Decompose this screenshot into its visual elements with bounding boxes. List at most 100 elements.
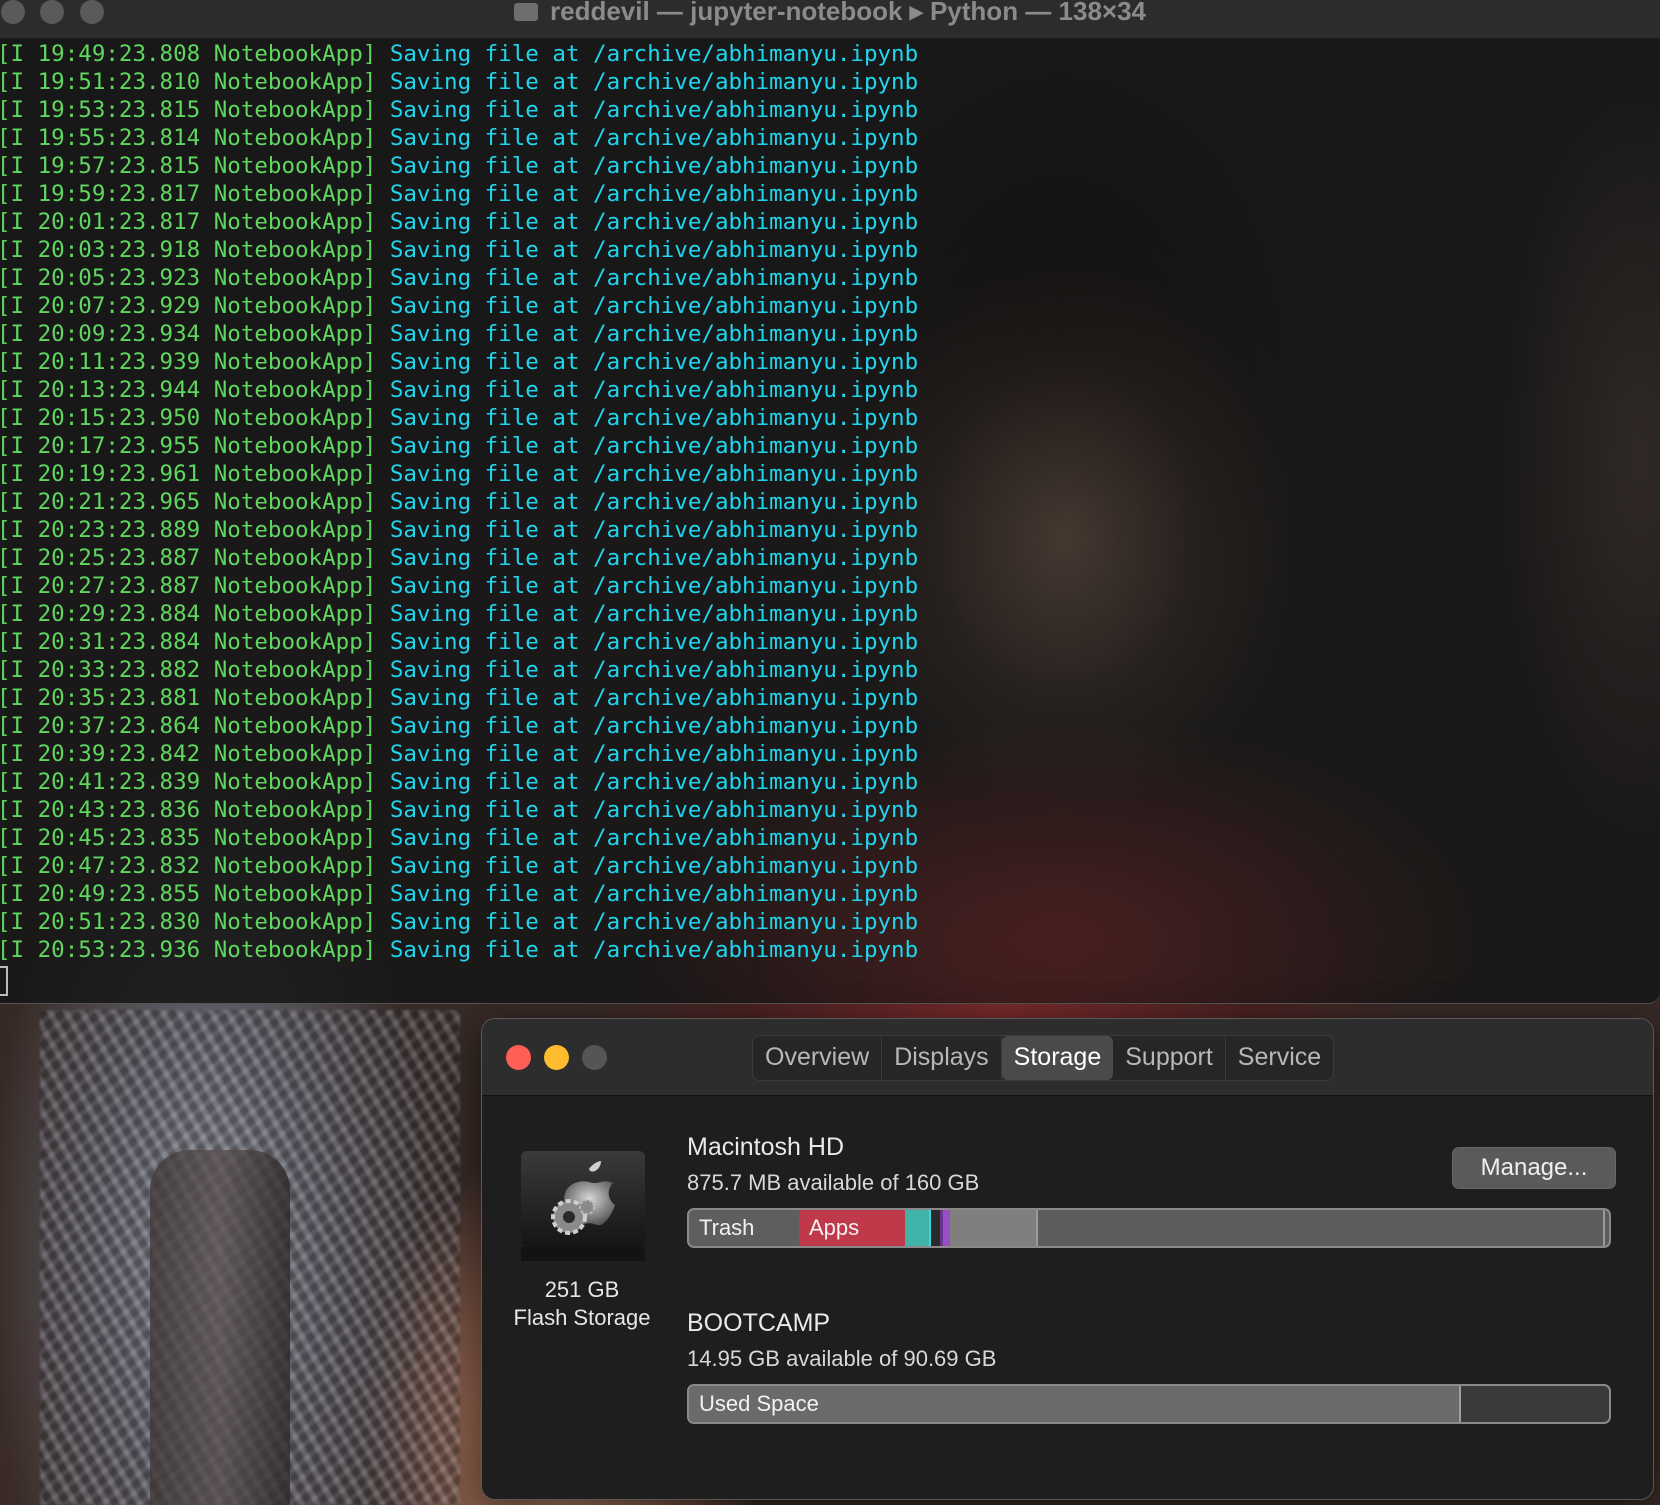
log-prefix: [I 19:51:23.810 NotebookApp] — [0, 69, 377, 95]
log-prefix: [I 20:35:23.881 NotebookApp] — [0, 685, 377, 711]
segment-used-space[interactable]: Used Space — [689, 1386, 1459, 1422]
segment-trash[interactable]: Trash — [689, 1210, 799, 1246]
log-message: Saving file at /archive/abhimanyu.ipynb — [376, 349, 919, 375]
terminal-output[interactable]: [I 19:49:23.808 NotebookApp] Saving file… — [0, 40, 918, 964]
about-this-mac-window[interactable]: Overview Displays Storage Support Servic… — [481, 1018, 1654, 1500]
segment-other[interactable] — [950, 1210, 1036, 1246]
log-line: [I 20:17:23.955 NotebookApp] Saving file… — [0, 432, 918, 460]
log-prefix: [I 20:39:23.842 NotebookApp] — [0, 741, 377, 767]
log-prefix: [I 20:41:23.839 NotebookApp] — [0, 769, 377, 795]
log-line: [I 20:43:23.836 NotebookApp] Saving file… — [0, 796, 918, 824]
about-minimize-button[interactable] — [544, 1045, 569, 1070]
log-line: [I 20:19:23.961 NotebookApp] Saving file… — [0, 460, 918, 488]
log-line: [I 20:51:23.830 NotebookApp] Saving file… — [0, 908, 918, 936]
log-message: Saving file at /archive/abhimanyu.ipynb — [376, 685, 919, 711]
log-prefix: [I 20:01:23.817 NotebookApp] — [0, 209, 377, 235]
log-line: [I 20:31:23.884 NotebookApp] Saving file… — [0, 628, 918, 656]
volume-available-macintosh-hd: 875.7 MB available of 160 GB — [687, 1170, 980, 1195]
log-message: Saving file at /archive/abhimanyu.ipynb — [376, 629, 919, 655]
log-message: Saving file at /archive/abhimanyu.ipynb — [376, 97, 919, 123]
log-prefix: [I 20:03:23.918 NotebookApp] — [0, 237, 377, 263]
log-line: [I 20:39:23.842 NotebookApp] Saving file… — [0, 740, 918, 768]
folder-icon — [513, 3, 538, 21]
log-message: Saving file at /archive/abhimanyu.ipynb — [376, 657, 919, 683]
log-line: [I 20:09:23.934 NotebookApp] Saving file… — [0, 320, 918, 348]
log-prefix: [I 20:19:23.961 NotebookApp] — [0, 461, 377, 487]
tab-storage[interactable]: Storage — [1001, 1036, 1114, 1080]
terminal-title-text: reddevil — jupyter-notebook ▸ Python — 1… — [549, 0, 1147, 26]
log-message: Saving file at /archive/abhimanyu.ipynb — [376, 853, 919, 879]
log-message: Saving file at /archive/abhimanyu.ipynb — [376, 741, 919, 767]
log-line: [I 19:49:23.808 NotebookApp] Saving file… — [0, 40, 918, 68]
terminal-window[interactable]: reddevil — jupyter-notebook ▸ Python — 1… — [0, 0, 1660, 1004]
segment-apps[interactable]: Apps — [799, 1210, 905, 1246]
log-message: Saving file at /archive/abhimanyu.ipynb — [376, 573, 919, 599]
log-prefix: [I 19:55:23.814 NotebookApp] — [0, 125, 377, 151]
log-line: [I 20:29:23.884 NotebookApp] Saving file… — [0, 600, 918, 628]
log-prefix: [I 20:11:23.939 NotebookApp] — [0, 349, 377, 375]
log-message: Saving file at /archive/abhimanyu.ipynb — [376, 209, 919, 235]
segment-documents[interactable] — [905, 1210, 929, 1246]
volume-name-macintosh-hd: Macintosh HD — [687, 1133, 844, 1161]
about-tab-bar[interactable]: Overview Displays Storage Support Servic… — [752, 1035, 1335, 1081]
tab-overview[interactable]: Overview — [753, 1036, 883, 1080]
log-message: Saving file at /archive/abhimanyu.ipynb — [376, 713, 919, 739]
about-close-button[interactable] — [506, 1045, 531, 1070]
log-line: [I 19:55:23.814 NotebookApp] Saving file… — [0, 124, 918, 152]
terminal-title: reddevil — jupyter-notebook ▸ Python — 1… — [0, 0, 1660, 27]
tab-support[interactable]: Support — [1113, 1036, 1226, 1080]
log-message: Saving file at /archive/abhimanyu.ipynb — [376, 181, 919, 207]
about-zoom-button[interactable] — [582, 1045, 607, 1070]
log-message: Saving file at /archive/abhimanyu.ipynb — [376, 265, 919, 291]
log-message: Saving file at /archive/abhimanyu.ipynb — [376, 881, 919, 907]
storage-bar-macintosh-hd[interactable]: Trash Apps — [687, 1208, 1611, 1248]
log-message: Saving file at /archive/abhimanyu.ipynb — [376, 461, 919, 487]
log-line: [I 19:53:23.815 NotebookApp] Saving file… — [0, 96, 918, 124]
log-prefix: [I 20:43:23.836 NotebookApp] — [0, 797, 377, 823]
log-line: [I 20:27:23.887 NotebookApp] Saving file… — [0, 572, 918, 600]
segment-divider — [1036, 1210, 1038, 1246]
log-line: [I 20:41:23.839 NotebookApp] Saving file… — [0, 768, 918, 796]
volume-name-bootcamp: BOOTCAMP — [687, 1309, 831, 1337]
log-line: [I 20:07:23.929 NotebookApp] Saving file… — [0, 292, 918, 320]
log-prefix: [I 20:51:23.830 NotebookApp] — [0, 909, 377, 935]
log-line: [I 20:35:23.881 NotebookApp] Saving file… — [0, 684, 918, 712]
log-prefix: [I 20:25:23.887 NotebookApp] — [0, 545, 377, 571]
log-prefix: [I 20:27:23.887 NotebookApp] — [0, 573, 377, 599]
log-line: [I 20:03:23.918 NotebookApp] Saving file… — [0, 236, 918, 264]
segment-photos[interactable] — [940, 1210, 950, 1246]
log-line: [I 20:23:23.889 NotebookApp] Saving file… — [0, 516, 918, 544]
terminal-titlebar[interactable]: reddevil — jupyter-notebook ▸ Python — 1… — [0, 0, 1660, 39]
log-line: [I 20:13:23.944 NotebookApp] Saving file… — [0, 376, 918, 404]
tab-displays[interactable]: Displays — [882, 1036, 1002, 1080]
log-line: [I 20:15:23.950 NotebookApp] Saving file… — [0, 404, 918, 432]
storage-bar-bootcamp[interactable]: Used Space — [687, 1384, 1611, 1424]
log-message: Saving file at /archive/abhimanyu.ipynb — [376, 769, 919, 795]
log-prefix: [I 20:17:23.955 NotebookApp] — [0, 433, 377, 459]
wallpaper-trunk — [150, 1150, 290, 1505]
log-message: Saving file at /archive/abhimanyu.ipynb — [376, 69, 919, 95]
log-prefix: [I 20:15:23.950 NotebookApp] — [0, 405, 377, 431]
log-message: Saving file at /archive/abhimanyu.ipynb — [376, 405, 919, 431]
log-prefix: [I 20:31:23.884 NotebookApp] — [0, 629, 377, 655]
log-prefix: [I 20:05:23.923 NotebookApp] — [0, 265, 377, 291]
log-message: Saving file at /archive/abhimanyu.ipynb — [376, 909, 919, 935]
log-prefix: [I 20:49:23.855 NotebookApp] — [0, 881, 377, 907]
log-message: Saving file at /archive/abhimanyu.ipynb — [376, 293, 919, 319]
segment-icloud-drive[interactable] — [929, 1210, 940, 1246]
tab-service[interactable]: Service — [1226, 1036, 1333, 1080]
volume-available-bootcamp: 14.95 GB available of 90.69 GB — [687, 1346, 997, 1371]
log-message: Saving file at /archive/abhimanyu.ipynb — [376, 489, 919, 515]
log-message: Saving file at /archive/abhimanyu.ipynb — [376, 797, 919, 823]
log-line: [I 19:57:23.815 NotebookApp] Saving file… — [0, 152, 918, 180]
about-toolbar[interactable]: Overview Displays Storage Support Servic… — [482, 1019, 1653, 1096]
log-prefix: [I 19:59:23.817 NotebookApp] — [0, 181, 377, 207]
log-message: Saving file at /archive/abhimanyu.ipynb — [376, 153, 919, 179]
log-prefix: [I 20:21:23.965 NotebookApp] — [0, 489, 377, 515]
log-line: [I 20:53:23.936 NotebookApp] Saving file… — [0, 936, 918, 964]
storage-capacity: 251 GB — [544, 1277, 620, 1302]
manage-button[interactable]: Manage... — [1452, 1147, 1616, 1189]
segment-divider — [1459, 1386, 1461, 1422]
log-message: Saving file at /archive/abhimanyu.ipynb — [376, 377, 919, 403]
log-line: [I 20:05:23.923 NotebookApp] Saving file… — [0, 264, 918, 292]
